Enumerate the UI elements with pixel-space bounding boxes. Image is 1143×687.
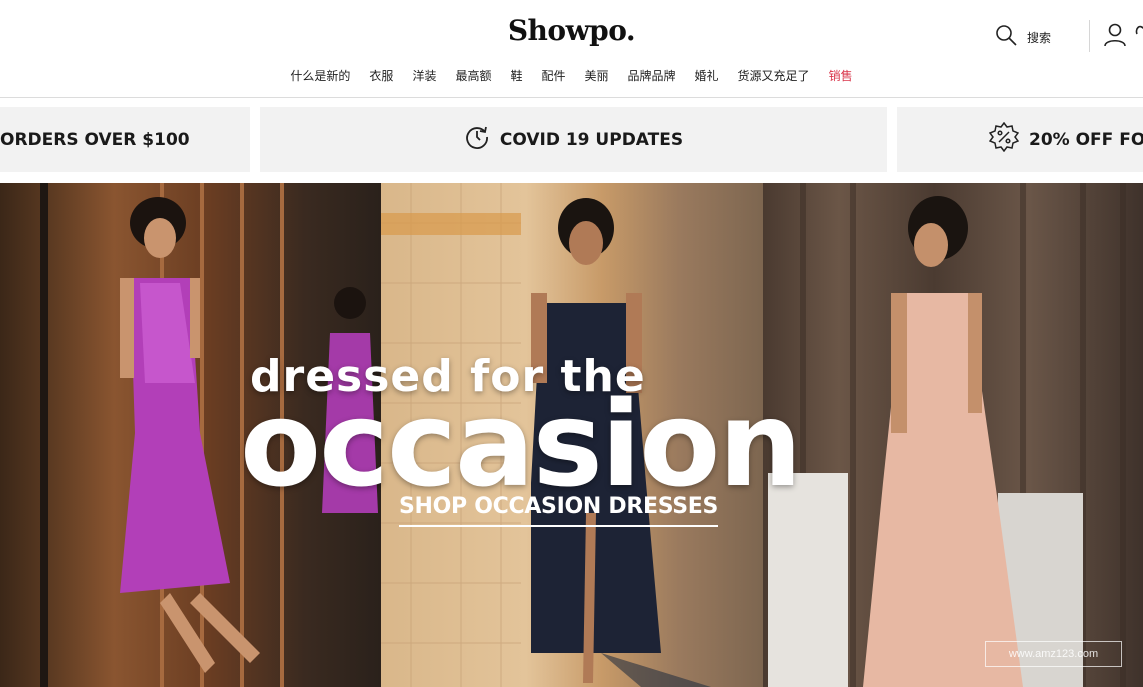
nav-item-dresses[interactable]: 洋装 [412, 67, 436, 84]
shop-occasion-dresses-link[interactable]: SHOP OCCASION DRESSES [399, 494, 718, 527]
hero-banner[interactable]: dressed for the occasion SHOP OCCASION D… [0, 183, 1143, 687]
refresh-clock-icon [464, 124, 490, 155]
promo-text: 20% OFF FO [1029, 129, 1143, 150]
promo-covid-updates[interactable]: COVID 19 UPDATES [260, 107, 887, 172]
nav-item-accessories[interactable]: 配件 [541, 67, 565, 84]
heart-icon[interactable] [1135, 22, 1143, 53]
nav-item-beauty[interactable]: 美丽 [585, 67, 609, 84]
percent-badge-icon [988, 121, 1020, 157]
promo-text: COVID 19 UPDATES [499, 129, 684, 150]
nav-item-tops[interactable]: 最高额 [455, 67, 491, 84]
user-icon[interactable] [1103, 22, 1127, 53]
promo-discount[interactable]: 20% OFF FO [897, 107, 1143, 172]
nav-item-back-in-stock[interactable]: 货源又充足了 [738, 67, 810, 84]
nav-item-brands[interactable]: 品牌品牌 [628, 67, 676, 84]
watermark: www.amz123.com [985, 641, 1122, 667]
promo-text: ORDERS OVER $100 [0, 129, 190, 150]
nav-item-wedding[interactable]: 婚礼 [695, 67, 719, 84]
nav-item-shoes[interactable]: 鞋 [510, 67, 522, 84]
main-nav: 什么是新的 衣服 洋装 最高额 鞋 配件 美丽 品牌品牌 婚礼 货源又充足了 销… [0, 67, 1143, 84]
search-label: 搜索 [1027, 31, 1052, 45]
nav-item-whats-new[interactable]: 什么是新的 [290, 67, 350, 84]
search-icon [994, 23, 1018, 52]
header-divider [1089, 20, 1090, 52]
hero-headline: occasion [240, 375, 802, 513]
promo-free-shipping[interactable]: ORDERS OVER $100 [0, 107, 250, 172]
hero-photo-blush-dress [763, 183, 1143, 687]
site-logo[interactable]: Showpo. [0, 14, 1143, 47]
nav-item-sale[interactable]: 销售 [829, 67, 853, 84]
site-header: Showpo. 搜索 什么是新的 衣服 洋装 最高额 鞋 配件 美丽 品牌品牌 … [0, 0, 1143, 98]
nav-item-clothing[interactable]: 衣服 [369, 67, 393, 84]
search-button[interactable]: 搜索 [994, 23, 1051, 52]
